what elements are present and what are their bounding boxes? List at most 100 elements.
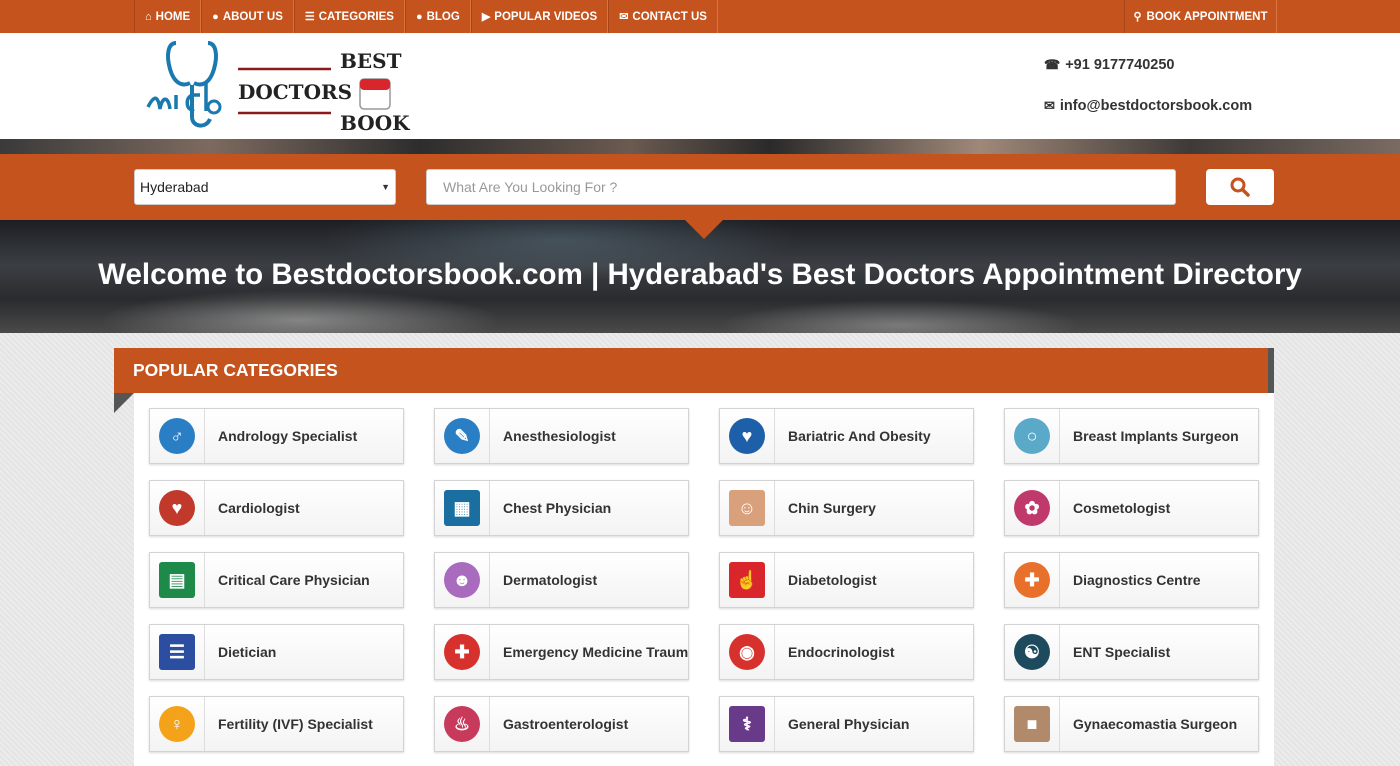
- site-header: BEST DOCTORS BOOK ☎ +91 9177740250 ✉ info@…: [0, 33, 1400, 139]
- category-label: Critical Care Physician: [218, 572, 370, 588]
- nav-home[interactable]: ⌂ HOME: [134, 0, 202, 33]
- category-gynaecomastia-surgeon[interactable]: ■ Gynaecomastia Surgeon: [1004, 696, 1259, 752]
- anesthesia-icon: ✎: [444, 418, 480, 454]
- category-gastroenterologist[interactable]: ♨ Gastroenterologist: [434, 696, 689, 752]
- category-label: Cardiologist: [218, 500, 300, 516]
- category-icon-box: ☝: [720, 553, 775, 607]
- category-dietician[interactable]: ☰ Dietician: [149, 624, 404, 680]
- gastro-icon: ♨: [444, 706, 480, 742]
- category-label: Emergency Medicine Traum: [503, 644, 689, 660]
- category-label: Gynaecomastia Surgeon: [1073, 716, 1238, 732]
- category-andrology-specialist[interactable]: ♂ Andrology Specialist: [149, 408, 404, 464]
- nav-contact-label: CONTACT US: [632, 10, 707, 23]
- category-label: Endocrinologist: [788, 644, 895, 660]
- category-label: Andrology Specialist: [218, 428, 358, 444]
- nav-contact-us[interactable]: ✉ CONTACT US: [608, 0, 718, 33]
- heading-edge: [1268, 348, 1274, 393]
- nav-videos-label: POPULAR VIDEOS: [494, 10, 598, 23]
- stomach-icon: ♥: [729, 418, 765, 454]
- site-logo[interactable]: BEST DOCTORS BOOK: [146, 37, 410, 137]
- category-dermatologist[interactable]: ☻ Dermatologist: [434, 552, 689, 608]
- torso-icon: ■: [1014, 706, 1050, 742]
- nav-blog[interactable]: ● BLOG: [404, 0, 471, 33]
- logo-book: BOOK: [340, 111, 410, 135]
- nav-about-label: ABOUT US: [222, 10, 283, 23]
- nav-categories-label: CATEGORIES: [318, 10, 394, 23]
- logo-doctors: DOCTORS: [238, 80, 353, 104]
- category-icon-box: ▦: [435, 481, 490, 535]
- categories-grid: ♂ Andrology Specialist ✎ Anesthesiologist …: [149, 408, 1261, 752]
- category-cardiologist[interactable]: ♥ Cardiologist: [149, 480, 404, 536]
- category-icon-box: ▤: [150, 553, 205, 607]
- category-label: Diabetologist: [788, 572, 877, 588]
- circle-icon: ●: [415, 10, 423, 23]
- category-label: Chest Physician: [503, 500, 612, 516]
- contact-email[interactable]: ✉ info@bestdoctorsbook.com: [1044, 98, 1252, 114]
- category-chest-physician[interactable]: ▦ Chest Physician: [434, 480, 689, 536]
- categories-heading: POPULAR CATEGORIES: [114, 348, 1268, 393]
- category-icon-box: ☻: [435, 553, 490, 607]
- category-endocrinologist[interactable]: ◉ Endocrinologist: [719, 624, 974, 680]
- category-label: Dietician: [218, 644, 277, 660]
- video-icon: ▶: [481, 11, 491, 23]
- category-general-physician[interactable]: ⚕ General Physician: [719, 696, 974, 752]
- category-critical-care-physician[interactable]: ▤ Critical Care Physician: [149, 552, 404, 608]
- cross-icon: ✚: [444, 634, 480, 670]
- category-bariatric-and-obesity[interactable]: ♥ Bariatric And Obesity: [719, 408, 974, 464]
- category-label: Bariatric And Obesity: [788, 428, 931, 444]
- category-label: Cosmetologist: [1073, 500, 1171, 516]
- nav-popular-videos[interactable]: ▶ POPULAR VIDEOS: [470, 0, 609, 33]
- email-text: info@bestdoctorsbook.com: [1059, 98, 1253, 114]
- diagnostics-icon: ✚: [1014, 562, 1050, 598]
- chevron-down-icon: ▼: [381, 182, 390, 192]
- phone-icon: ☎: [1044, 57, 1061, 72]
- category-icon-box: ◉: [720, 625, 775, 679]
- category-diagnostics-centre[interactable]: ✚ Diagnostics Centre: [1004, 552, 1259, 608]
- nav-about-us[interactable]: ● ABOUT US: [201, 0, 294, 33]
- category-diabetologist[interactable]: ☝ Diabetologist: [719, 552, 974, 608]
- user-icon: ●: [212, 10, 219, 23]
- category-anesthesiologist[interactable]: ✎ Anesthesiologist: [434, 408, 689, 464]
- city-select-value: Hyderabad: [140, 179, 209, 195]
- hero-notch: [685, 220, 723, 239]
- search-bar: Hyderabad ▼: [0, 154, 1400, 220]
- category-label: General Physician: [788, 716, 910, 732]
- category-icon-box: ♥: [720, 409, 775, 463]
- category-ent-specialist[interactable]: ☯ ENT Specialist: [1004, 624, 1259, 680]
- category-fertility-ivf-specialist[interactable]: ♀ Fertility (IVF) Specialist: [149, 696, 404, 752]
- category-label: Fertility (IVF) Specialist: [218, 716, 373, 732]
- chin-icon: ☺: [729, 490, 765, 526]
- category-icon-box: ♥: [150, 481, 205, 535]
- category-breast-implants-surgeon[interactable]: ○ Breast Implants Surgeon: [1004, 408, 1259, 464]
- search-input[interactable]: [426, 169, 1176, 205]
- decorative-strip: [0, 139, 1400, 154]
- category-label: Diagnostics Centre: [1073, 572, 1201, 588]
- city-select[interactable]: Hyderabad ▼: [134, 169, 396, 205]
- category-chin-surgery[interactable]: ☺ Chin Surgery: [719, 480, 974, 536]
- doctor-icon: ⚕: [729, 706, 765, 742]
- search-button[interactable]: [1206, 169, 1274, 205]
- category-label: Dermatologist: [503, 572, 598, 588]
- nav-menu: ⌂ HOME ● ABOUT US ☰ CATEGORIES ● BLOG ▶ POPUL…: [134, 0, 718, 33]
- nav-categories[interactable]: ☰ CATEGORIES: [293, 0, 405, 33]
- search-icon: [1230, 177, 1250, 197]
- skin-icon: ☻: [444, 562, 480, 598]
- book-appointment-label: BOOK APPOINTMENT: [1146, 10, 1268, 23]
- envelope-icon: ✉: [1044, 98, 1055, 113]
- ent-icon: ☯: [1014, 634, 1050, 670]
- contact-phone[interactable]: ☎ +91 9177740250: [1044, 57, 1174, 73]
- category-icon-box: ♨: [435, 697, 490, 751]
- category-icon-box: ✎: [435, 409, 490, 463]
- home-icon: ⌂: [145, 10, 152, 23]
- book-appointment-button[interactable]: ⚲ BOOK APPOINTMENT: [1124, 0, 1277, 33]
- category-icon-box: ♀: [150, 697, 205, 751]
- face-icon: ✿: [1014, 490, 1050, 526]
- heading-fold: [114, 393, 134, 413]
- breast-icon: ○: [1014, 418, 1050, 454]
- category-emergency-medicine[interactable]: ✚ Emergency Medicine Traum: [434, 624, 689, 680]
- category-icon-box: ✚: [435, 625, 490, 679]
- top-nav: ⌂ HOME ● ABOUT US ☰ CATEGORIES ● BLOG ▶ POPUL…: [0, 0, 1400, 33]
- category-icon-box: ☯: [1005, 625, 1060, 679]
- category-cosmetologist[interactable]: ✿ Cosmetologist: [1004, 480, 1259, 536]
- category-icon-box: ♂: [150, 409, 205, 463]
